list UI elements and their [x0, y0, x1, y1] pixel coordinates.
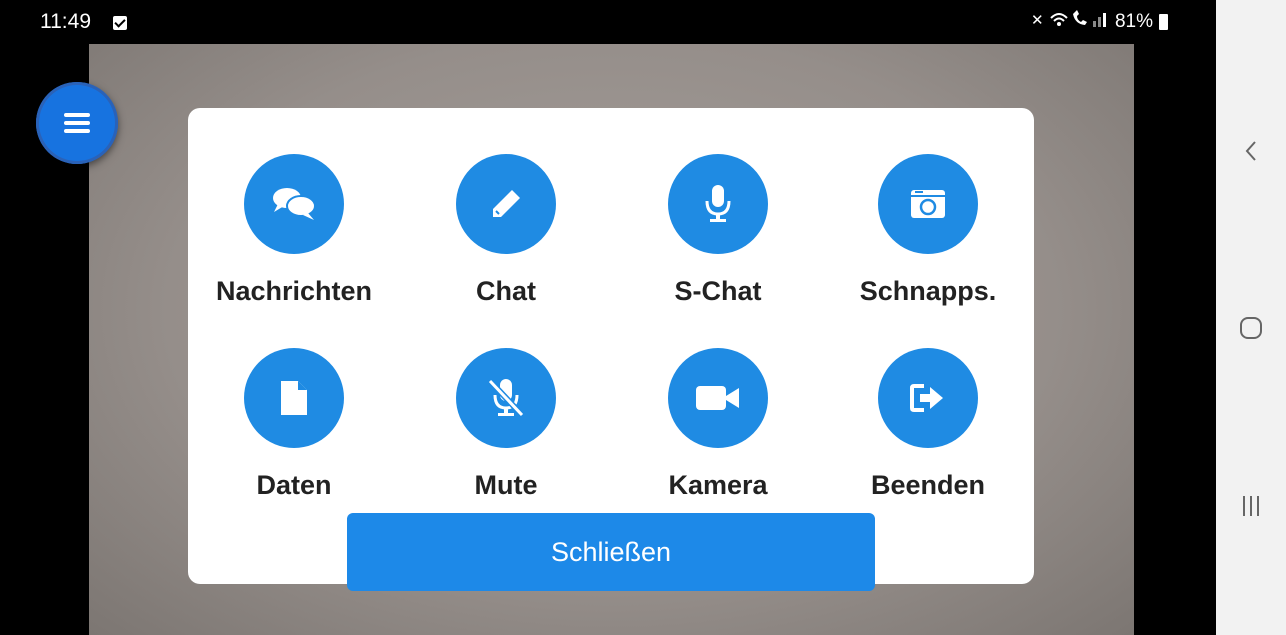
home-button[interactable] — [1216, 298, 1286, 358]
daten-label: Daten — [256, 470, 332, 500]
beenden-button[interactable]: Beenden — [822, 348, 1034, 501]
microphone-icon — [668, 154, 768, 254]
microphone-off-icon — [456, 348, 556, 448]
schnapps-button[interactable]: Schnapps. — [822, 154, 1034, 307]
chat-bubbles-icon — [244, 154, 344, 254]
back-icon — [1245, 141, 1256, 161]
s-chat-button[interactable]: S-Chat — [612, 154, 824, 307]
video-camera-icon — [668, 348, 768, 448]
file-icon — [244, 348, 344, 448]
s-chat-label: S-Chat — [674, 276, 762, 306]
pencil-icon — [456, 154, 556, 254]
nachrichten-label: Nachrichten — [215, 276, 373, 306]
signal-icons: ✕ — [1031, 10, 1109, 33]
recents-button[interactable] — [1216, 476, 1286, 536]
svg-text:✕: ✕ — [1031, 11, 1045, 28]
app-screen: 11:49 ✕ 81% Nachrichten Chat S-Chat Schn… — [0, 0, 1216, 635]
chat-label: Chat — [476, 276, 536, 306]
battery-icon — [1159, 13, 1168, 30]
menu-button[interactable] — [36, 82, 118, 164]
camera-snapshot-icon — [878, 154, 978, 254]
mute-button[interactable]: Mute — [400, 348, 612, 501]
status-right: ✕ 81% — [1031, 10, 1168, 33]
home-icon — [1240, 317, 1262, 339]
hamburger-menu-icon — [64, 113, 90, 133]
beenden-label: Beenden — [870, 470, 986, 500]
chat-button[interactable]: Chat — [400, 154, 612, 307]
daten-button[interactable]: Daten — [188, 348, 400, 501]
android-nav-bar — [1216, 0, 1286, 635]
back-button[interactable] — [1216, 121, 1286, 181]
mute-label: Mute — [474, 470, 538, 500]
kamera-label: Kamera — [668, 470, 768, 500]
kamera-button[interactable]: Kamera — [612, 348, 824, 501]
status-time: 11:49 — [40, 10, 91, 33]
nachrichten-button[interactable]: Nachrichten — [188, 154, 400, 307]
battery-percent: 81% — [1114, 10, 1153, 32]
notification-icon — [113, 16, 127, 30]
schnapps-label: Schnapps. — [859, 276, 997, 306]
sign-out-icon — [878, 348, 978, 448]
recents-icon — [1243, 496, 1259, 516]
close-button[interactable]: Schließen — [347, 513, 875, 591]
status-bar: 11:49 ✕ 81% — [0, 0, 1216, 44]
